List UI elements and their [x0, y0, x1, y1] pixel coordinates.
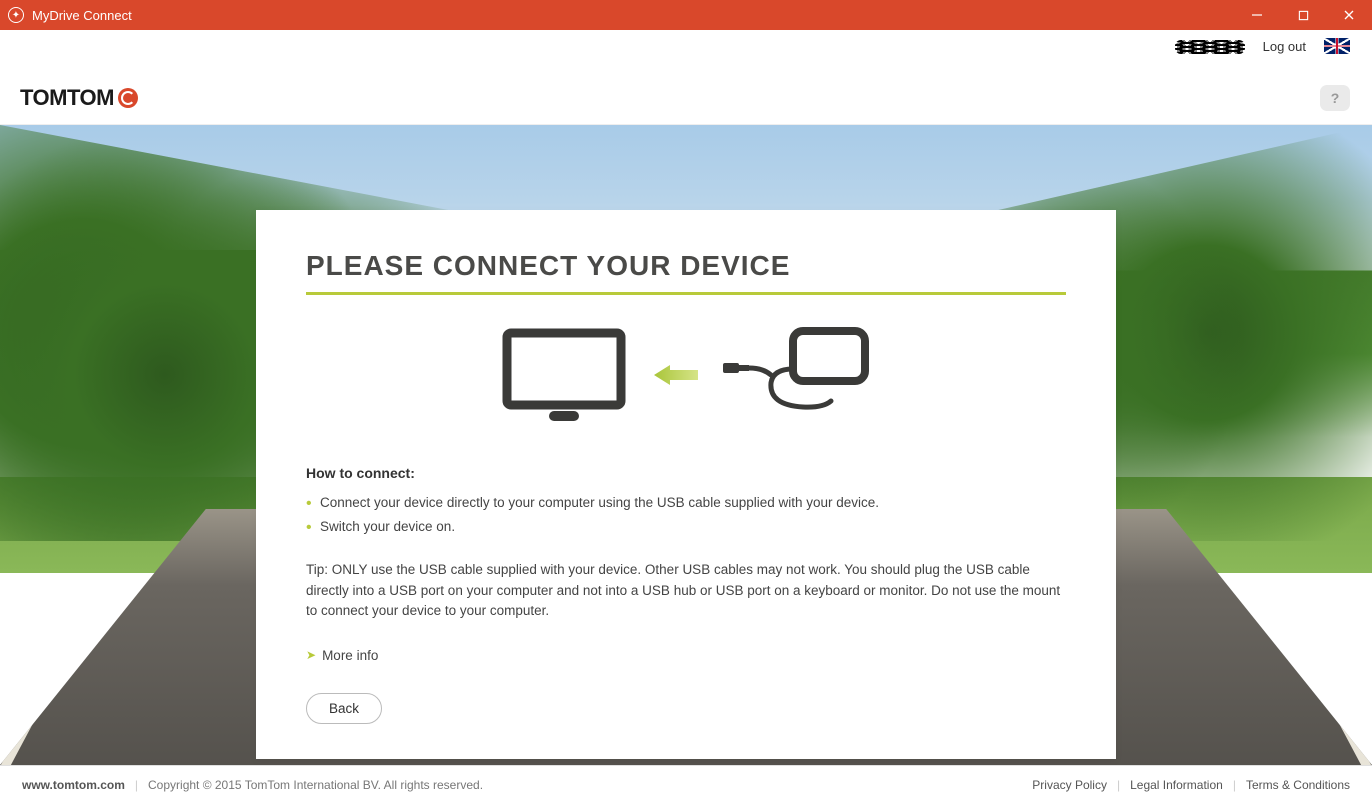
connect-card: PLEASE CONNECT YOUR DEVICE How to connec… [256, 210, 1116, 759]
close-button[interactable] [1326, 0, 1372, 30]
how-to-connect-heading: How to connect: [306, 465, 1066, 481]
footer: www.tomtom.com | Copyright © 2015 TomTom… [0, 765, 1372, 803]
help-button[interactable]: ? [1320, 85, 1350, 111]
terms-conditions-link[interactable]: Terms & Conditions [1246, 778, 1350, 792]
device-with-cable-icon [723, 325, 873, 425]
tomtom-logo: TOMTOM [20, 85, 138, 111]
account-name-redacted [1175, 38, 1245, 54]
more-info-link[interactable]: ➤ More info [306, 648, 378, 663]
more-info-label: More info [322, 648, 378, 663]
privacy-policy-link[interactable]: Privacy Policy [1032, 778, 1107, 792]
window-controls [1234, 0, 1372, 30]
legal-information-link[interactable]: Legal Information [1130, 778, 1223, 792]
footer-separator: | [135, 778, 138, 792]
window-titlebar: ✦ MyDrive Connect [0, 0, 1372, 30]
card-title: PLEASE CONNECT YOUR DEVICE [306, 250, 1066, 295]
maximize-button[interactable] [1280, 0, 1326, 30]
monitor-icon [499, 325, 629, 425]
window-title: MyDrive Connect [32, 8, 132, 23]
arrow-left-icon [654, 365, 698, 385]
instructions-list: Connect your device directly to your com… [306, 491, 1066, 540]
logo-text: TOMTOM [20, 85, 114, 111]
minimize-button[interactable] [1234, 0, 1280, 30]
back-button[interactable]: Back [306, 693, 382, 724]
app-icon: ✦ [8, 7, 24, 23]
hero-area: PLEASE CONNECT YOUR DEVICE How to connec… [0, 125, 1372, 765]
app-header: Log out TOMTOM ? [0, 30, 1372, 125]
footer-copyright: Copyright © 2015 TomTom International BV… [148, 778, 483, 792]
chevron-right-icon: ➤ [306, 648, 316, 662]
list-item: Switch your device on. [306, 515, 1066, 539]
footer-site[interactable]: www.tomtom.com [22, 778, 125, 792]
logout-link[interactable]: Log out [1263, 39, 1306, 54]
tip-text: Tip: ONLY use the USB cable supplied wit… [306, 560, 1066, 623]
list-item: Connect your device directly to your com… [306, 491, 1066, 515]
uk-flag-icon[interactable] [1324, 38, 1350, 54]
footer-links: Privacy Policy | Legal Information | Ter… [1032, 778, 1350, 792]
logo-hands-icon [118, 88, 138, 108]
connect-diagram [306, 325, 1066, 425]
